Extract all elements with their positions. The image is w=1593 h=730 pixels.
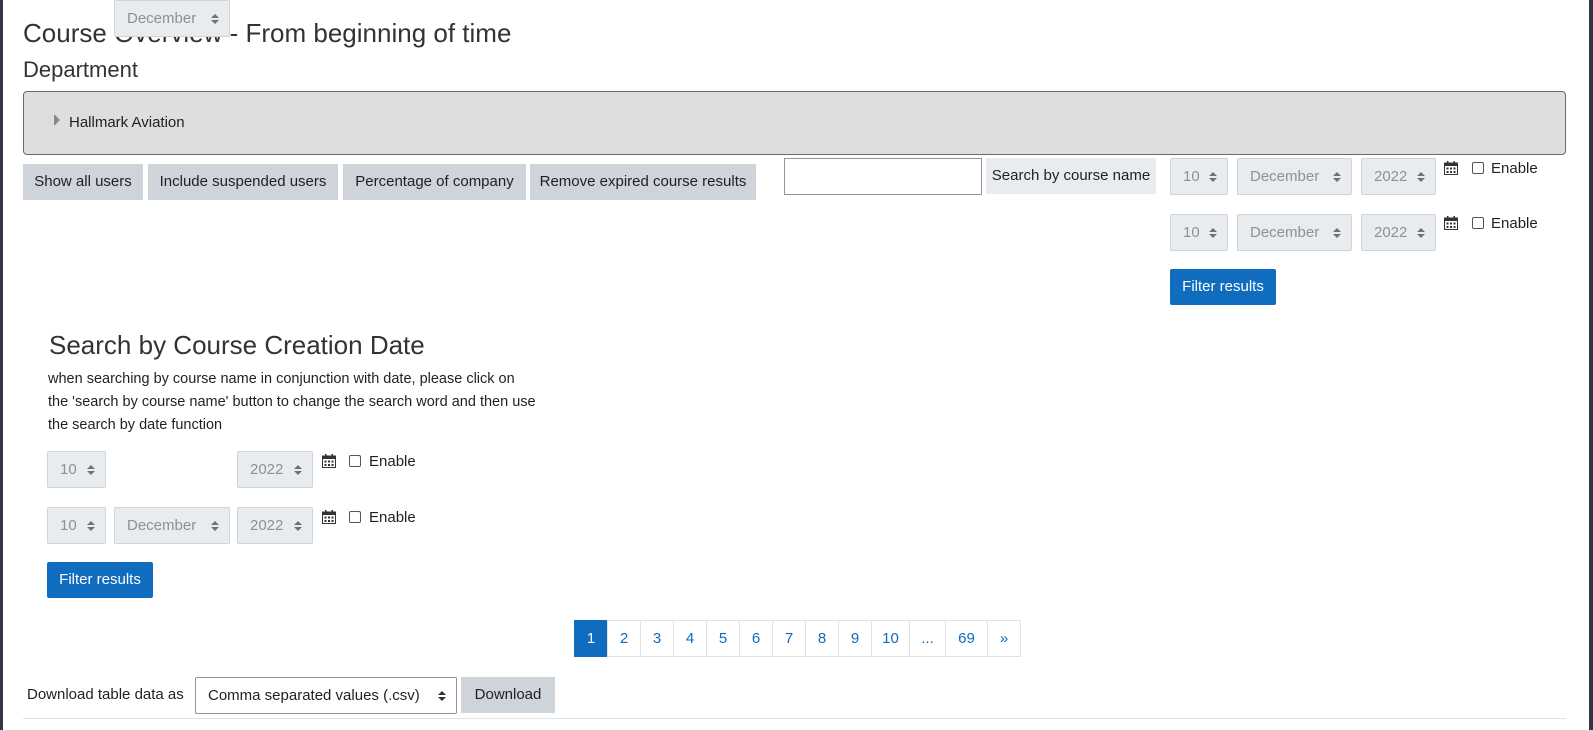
creation-to-day-select[interactable]: 10 bbox=[47, 507, 106, 544]
select-arrows-icon bbox=[1333, 228, 1341, 238]
select-arrows-icon bbox=[211, 521, 219, 531]
department-node[interactable]: Hallmark Aviation bbox=[24, 92, 1565, 154]
window-frame-right bbox=[1589, 0, 1593, 730]
creation-from-day-value: 10 bbox=[60, 461, 77, 478]
top-to-year-select[interactable]: 2022 bbox=[1361, 214, 1436, 251]
creation-from-month-select[interactable]: December bbox=[114, 0, 230, 37]
creation-from-day-select[interactable]: 10 bbox=[47, 451, 106, 488]
creation-date-help-text: when searching by course name in conjunc… bbox=[48, 371, 536, 433]
page-link[interactable]: 5 bbox=[706, 620, 740, 657]
page-link[interactable]: 1 bbox=[574, 620, 608, 657]
download-format-select[interactable]: Comma separated values (.csv) bbox=[195, 677, 457, 714]
select-arrows-icon bbox=[1209, 228, 1217, 238]
top-to-month-select[interactable]: December bbox=[1237, 214, 1352, 251]
creation-to-enable-label: Enable bbox=[369, 509, 416, 526]
top-from-year-select[interactable]: 2022 bbox=[1361, 158, 1436, 195]
top-to-enable-checkbox[interactable] bbox=[1472, 217, 1484, 229]
page-link[interactable]: 7 bbox=[772, 620, 806, 657]
remove-expired-results-button[interactable]: Remove expired course results bbox=[530, 164, 756, 200]
creation-to-enable-checkbox[interactable] bbox=[349, 511, 361, 523]
top-to-day-value: 10 bbox=[1183, 224, 1200, 241]
window-frame-left bbox=[0, 0, 3, 730]
page-link[interactable]: 3 bbox=[640, 620, 674, 657]
top-to-enable-label: Enable bbox=[1491, 215, 1538, 232]
department-node-label[interactable]: Hallmark Aviation bbox=[69, 114, 185, 131]
select-arrows-icon bbox=[211, 14, 219, 24]
select-arrows-icon bbox=[87, 465, 95, 475]
page-title: Course Overview - From beginning of time bbox=[23, 18, 512, 48]
select-arrows-icon bbox=[1417, 228, 1425, 238]
creation-from-year-value: 2022 bbox=[250, 461, 284, 478]
calendar-icon[interactable] bbox=[322, 510, 336, 524]
search-by-course-name-button[interactable]: Search by course name bbox=[986, 158, 1156, 194]
creation-from-enable-label: Enable bbox=[369, 453, 416, 470]
top-from-day-select[interactable]: 10 bbox=[1170, 158, 1228, 195]
pagination: 1 2 3 4 5 6 7 8 9 10 ... 69 » bbox=[574, 620, 1021, 657]
top-to-month-value: December bbox=[1250, 224, 1320, 241]
select-arrows-icon bbox=[1417, 172, 1425, 182]
top-from-year-value: 2022 bbox=[1374, 168, 1408, 185]
select-arrows-icon bbox=[294, 465, 302, 475]
creation-from-year-select[interactable]: 2022 bbox=[237, 451, 313, 488]
page-link[interactable]: 6 bbox=[739, 620, 773, 657]
creation-to-month-value: December bbox=[127, 517, 197, 534]
creation-from-month-value: December bbox=[127, 10, 197, 27]
page-link[interactable]: 9 bbox=[838, 620, 872, 657]
top-filter-results-button[interactable]: Filter results bbox=[1170, 269, 1276, 305]
divider bbox=[23, 718, 1566, 719]
page-ellipsis: ... bbox=[909, 620, 946, 657]
top-from-enable-checkbox[interactable] bbox=[1472, 162, 1484, 174]
select-arrows-icon bbox=[294, 521, 302, 531]
top-from-month-select[interactable]: December bbox=[1237, 158, 1352, 195]
creation-from-enable-checkbox[interactable] bbox=[349, 455, 361, 467]
caret-right-icon[interactable] bbox=[54, 114, 60, 126]
include-suspended-users-button[interactable]: Include suspended users bbox=[148, 164, 338, 200]
page-link[interactable]: 2 bbox=[607, 620, 641, 657]
next-page-link[interactable]: » bbox=[987, 620, 1021, 657]
select-arrows-icon bbox=[1209, 172, 1217, 182]
page-link[interactable]: 8 bbox=[805, 620, 839, 657]
page-link[interactable]: 69 bbox=[945, 620, 988, 657]
select-arrows-icon bbox=[1333, 172, 1341, 182]
calendar-icon[interactable] bbox=[322, 454, 336, 468]
top-from-enable-label: Enable bbox=[1491, 160, 1538, 177]
top-from-day-value: 10 bbox=[1183, 168, 1200, 185]
creation-filter-results-button[interactable]: Filter results bbox=[47, 562, 153, 598]
download-format-value: Comma separated values (.csv) bbox=[208, 687, 420, 704]
select-arrows-icon bbox=[438, 691, 446, 701]
top-to-day-select[interactable]: 10 bbox=[1170, 214, 1228, 251]
download-label: Download table data as bbox=[27, 686, 184, 703]
show-all-users-button[interactable]: Show all users bbox=[23, 164, 143, 200]
creation-to-year-value: 2022 bbox=[250, 517, 284, 534]
course-name-search-input[interactable] bbox=[784, 158, 982, 195]
calendar-icon[interactable] bbox=[1444, 216, 1458, 230]
percentage-of-company-button[interactable]: Percentage of company bbox=[343, 164, 526, 200]
download-button[interactable]: Download bbox=[461, 677, 555, 713]
department-heading: Department bbox=[23, 57, 138, 82]
department-tree: Hallmark Aviation bbox=[23, 91, 1566, 155]
page-link[interactable]: 4 bbox=[673, 620, 707, 657]
top-to-year-value: 2022 bbox=[1374, 224, 1408, 241]
creation-to-day-value: 10 bbox=[60, 517, 77, 534]
creation-to-year-select[interactable]: 2022 bbox=[237, 507, 313, 544]
select-arrows-icon bbox=[87, 521, 95, 531]
creation-to-month-select[interactable]: December bbox=[114, 507, 230, 544]
calendar-icon[interactable] bbox=[1444, 161, 1458, 175]
top-from-month-value: December bbox=[1250, 168, 1320, 185]
creation-date-heading: Search by Course Creation Date bbox=[49, 330, 425, 360]
page-link[interactable]: 10 bbox=[871, 620, 910, 657]
